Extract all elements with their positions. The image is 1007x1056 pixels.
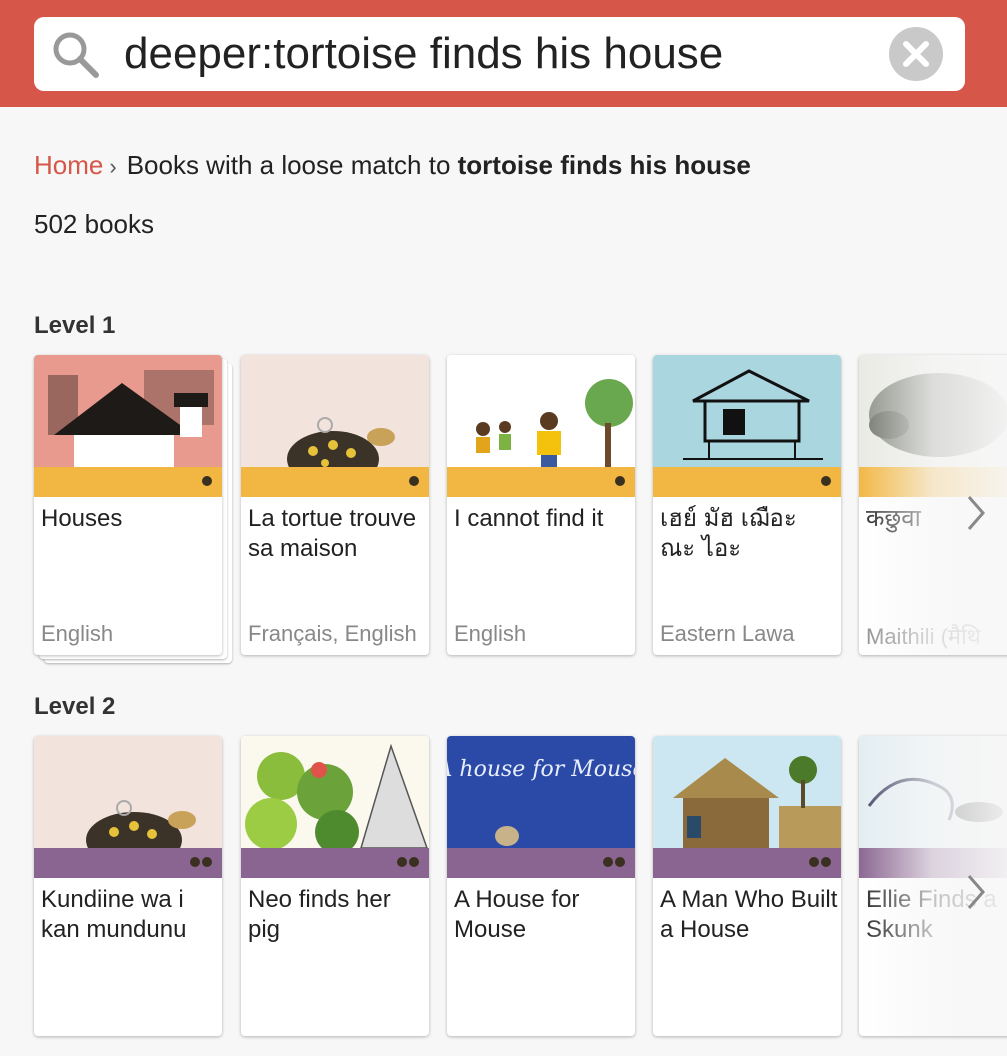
search-icon[interactable] (50, 29, 102, 81)
book-cover-image: A house for Mouse (447, 736, 635, 848)
book-card[interactable]: เฮย์ มัฮ เฌือะ ณะ ไอะ Eastern Lawa (653, 355, 841, 655)
chevron-right-icon[interactable] (965, 872, 987, 912)
search-input[interactable]: deeper:tortoise finds his house (124, 26, 723, 82)
book-cover-image (653, 736, 841, 848)
level-2-row: Kundiine wa i kan mundunu Neo finds her … (0, 736, 1007, 1056)
chevron-right-icon[interactable] (965, 493, 987, 533)
book-title: I cannot find it (454, 505, 604, 532)
result-count: 502 books (34, 209, 154, 239)
level-band (447, 467, 635, 497)
book-cover-image (447, 355, 635, 467)
book-language: Français, English (248, 621, 417, 646)
close-icon (903, 41, 929, 67)
search-header: deeper:tortoise finds his house (0, 0, 1007, 107)
breadcrumb: Home › Books with a loose match to tortois… (34, 150, 751, 181)
book-title: Houses (41, 505, 123, 532)
book-language: Maithili (मैथि (866, 624, 981, 649)
book-cover-image (859, 736, 1007, 848)
book-title: La tortue trouve sa maison (248, 505, 417, 562)
level-band (653, 467, 841, 497)
book-title: เฮย์ มัฮ เฌือะ ณะ ไอะ (660, 505, 797, 562)
level-1-heading: Level 1 (34, 312, 116, 339)
book-title: Neo finds her pig (248, 886, 391, 943)
cover-title-text: A house for Mouse (447, 757, 635, 782)
level-band (653, 848, 841, 878)
book-language: English (41, 621, 114, 646)
level-band (34, 467, 222, 497)
book-cover-image (241, 736, 429, 848)
level-2-heading: Level 2 (34, 693, 116, 720)
book-title: A Man Who Built a House (660, 886, 838, 943)
book-language: English (454, 621, 527, 646)
book-card[interactable]: I cannot find it English (447, 355, 635, 655)
book-cover-image (34, 736, 222, 848)
book-card[interactable]: La tortue trouve sa maison Français, Eng… (241, 355, 429, 655)
book-cover-image (859, 355, 1007, 467)
breadcrumb-separator: › (109, 154, 117, 179)
book-card[interactable]: A house for Mouse A House for Mouse (447, 736, 635, 1036)
book-card[interactable]: Neo finds her pig (241, 736, 429, 1036)
book-card[interactable]: A Man Who Built a House (653, 736, 841, 1036)
book-title: Kundiine wa i kan mundunu (41, 886, 187, 943)
book-cover-image (241, 355, 429, 467)
book-card[interactable]: Houses English (34, 355, 222, 655)
breadcrumb-search-term: tortoise finds his house (457, 150, 751, 180)
clear-search-button[interactable] (889, 27, 943, 81)
book-title: A House for Mouse (454, 886, 580, 943)
book-cover-image (653, 355, 841, 467)
level-band (241, 848, 429, 878)
level-band (447, 848, 635, 878)
level-1-row: Houses English La tortue trouve sa maiso… (0, 355, 1007, 675)
breadcrumb-text: Books with a loose match to (126, 150, 458, 180)
level-band (241, 467, 429, 497)
book-cover-image (34, 355, 222, 467)
book-card[interactable]: Kundiine wa i kan mundunu (34, 736, 222, 1036)
level-band (34, 848, 222, 878)
search-box[interactable]: deeper:tortoise finds his house (34, 17, 965, 91)
breadcrumb-home-link[interactable]: Home (34, 150, 103, 180)
book-language: Eastern Lawa (660, 621, 795, 646)
